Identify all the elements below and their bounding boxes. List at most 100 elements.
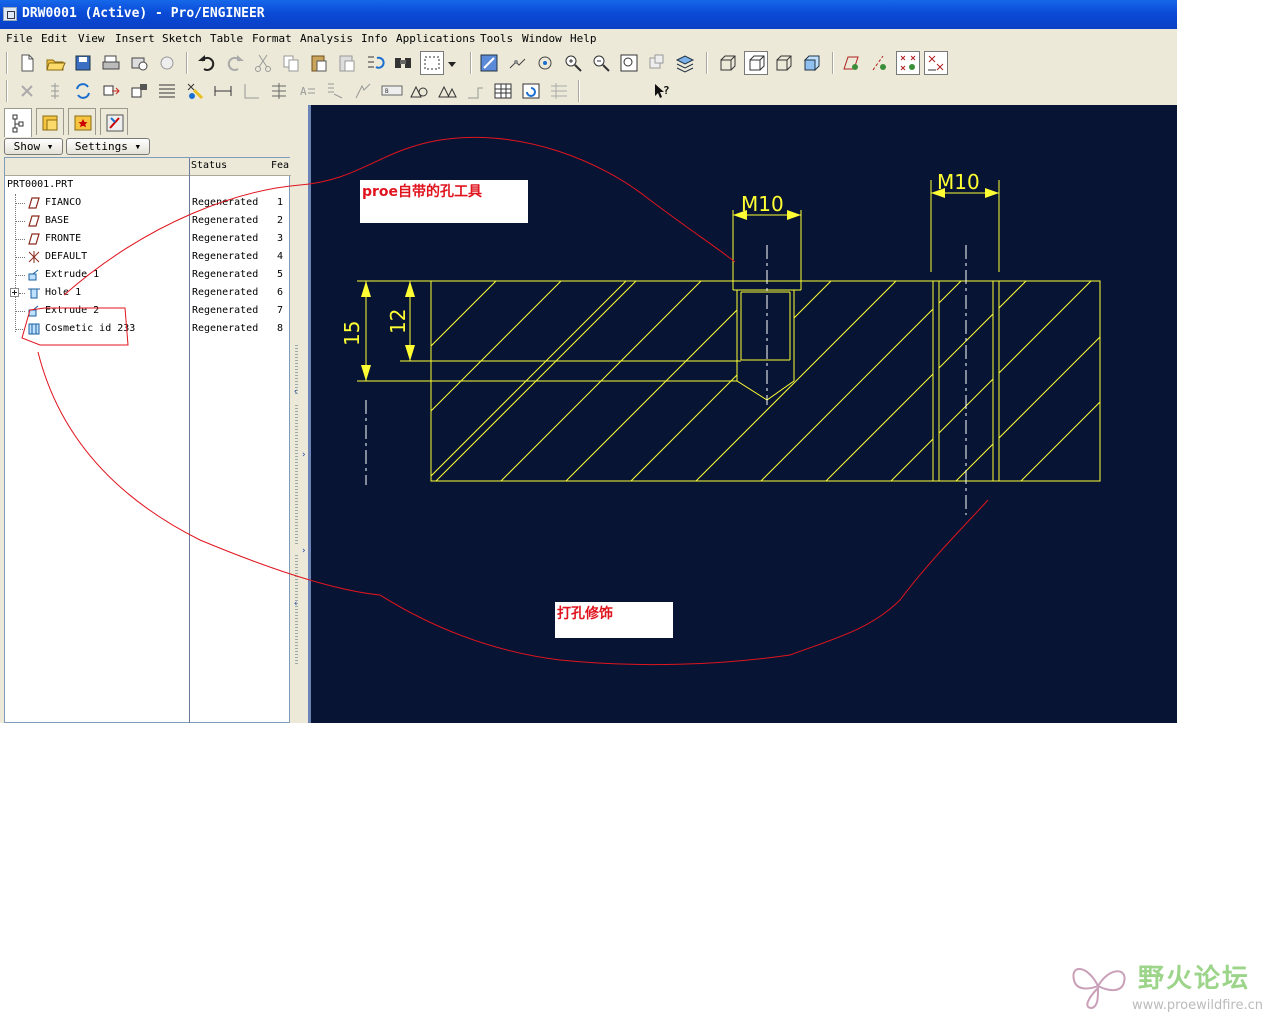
table-icon[interactable] [156,80,178,102]
datum-point-display-icon[interactable] [896,51,920,75]
dimension-icon[interactable] [212,80,234,102]
leader-icon[interactable] [464,80,486,102]
datum-axis-display-icon[interactable] [868,52,890,74]
select-box-icon[interactable] [420,51,444,75]
table-format-icon[interactable] [548,80,570,102]
shading-icon[interactable] [800,52,822,74]
zoom-out-icon[interactable] [590,52,612,74]
tree-item-extrude-1[interactable]: Extrude 1 Regenerated 5 [5,266,289,284]
orient-mode-icon[interactable] [534,52,556,74]
tab-connections[interactable] [100,108,128,135]
wireframe-icon[interactable] [716,52,738,74]
collapse-arrow-icon[interactable]: ‹ [293,599,298,609]
save-icon[interactable] [72,52,94,74]
surface-finish-icon[interactable] [352,80,374,102]
tree-root-label: PRT0001.PRT [7,179,74,190]
panel-splitter[interactable]: ‹ › › ‹ [291,105,308,723]
copy-icon[interactable] [280,52,302,74]
menu-sketch[interactable]: Sketch [162,32,202,45]
tree-item-hole-1[interactable]: Hole 1 Regenerated 6 [5,284,289,302]
settings-button[interactable]: Settings ▾ [66,138,150,155]
status-cell: Regenerated [192,323,259,334]
feat-column-header[interactable]: Fea [271,160,289,171]
tree-item-fianco[interactable]: FIANCO Regenerated 1 [5,194,289,212]
tab-favorites[interactable] [68,108,96,135]
menu-bar: File Edit View Insert Sketch Table Forma… [0,29,1177,49]
symbol-icon[interactable] [436,80,458,102]
insert-table-icon[interactable] [492,80,514,102]
expand-arrow-icon[interactable]: › [301,450,306,460]
refit-icon[interactable] [618,52,640,74]
feat-number-cell: 2 [277,215,284,226]
tree-header: Status Fea [5,158,291,176]
collapse-arrow-icon[interactable]: ‹ [293,387,298,397]
menu-info[interactable]: Info [361,32,388,45]
cut-icon[interactable] [252,52,274,74]
status-cell: Regenerated [192,305,259,316]
expand-plus-icon[interactable] [10,288,19,297]
toolbar-grip [6,80,8,102]
show-annotations-icon[interactable] [184,80,206,102]
paste-special-icon[interactable] [336,52,358,74]
move-view-icon[interactable] [100,80,122,102]
zoom-in-icon[interactable] [562,52,584,74]
repaint-icon[interactable] [478,52,500,74]
auto-ordinate-icon[interactable] [268,80,290,102]
tree-item-extrude-2[interactable]: Extrude 2 Regenerated 7 [5,302,289,320]
find-icon[interactable] [392,52,414,74]
regenerate-icon[interactable] [364,52,386,74]
repeat-region-icon[interactable] [520,80,542,102]
menu-file[interactable]: File [6,32,33,45]
menu-help[interactable]: Help [570,32,597,45]
delete-icon[interactable] [16,80,38,102]
context-help-icon[interactable]: ? [650,80,672,102]
status-column-header[interactable]: Status [191,160,227,171]
layers-icon[interactable] [674,52,696,74]
tree-item-cosmetic[interactable]: Cosmetic id 233 Regenerated 8 [5,320,289,338]
tree-root[interactable]: PRT0001.PRT [5,176,289,194]
hidden-line-icon[interactable] [744,51,768,75]
tree-item-default[interactable]: DEFAULT Regenerated 4 [5,248,289,266]
expand-arrow-icon[interactable]: › [301,546,306,556]
menu-edit[interactable]: Edit [41,32,68,45]
tab-model-tree[interactable] [4,108,32,137]
datum-plane-display-icon[interactable] [840,52,862,74]
lock-view-icon[interactable] [128,80,150,102]
tree-item-label: BASE [45,215,70,226]
status-cell: Regenerated [192,251,259,262]
menu-window[interactable]: Window [522,32,562,45]
paste-icon[interactable] [308,52,330,74]
redo-icon[interactable] [224,52,246,74]
ordinate-dimension-icon[interactable] [240,80,262,102]
menu-analysis[interactable]: Analysis [300,32,353,45]
tree-connector [15,275,25,276]
tree-item-fronte[interactable]: FRONTE Regenerated 3 [5,230,289,248]
tab-folder-browser[interactable] [36,108,64,135]
coordinate-system-display-icon[interactable] [924,51,948,75]
view-manager-icon[interactable] [646,52,668,74]
chevron-down-icon[interactable] [446,52,458,74]
datum-plane-icon [27,232,41,246]
new-file-icon[interactable] [16,52,38,74]
print-icon[interactable] [100,52,122,74]
show-button[interactable]: Show ▾ [4,138,63,155]
email-icon[interactable] [156,52,178,74]
menu-table[interactable]: Table [210,32,243,45]
print-preview-icon[interactable] [128,52,150,74]
open-folder-icon[interactable] [44,52,66,74]
note-icon[interactable]: A [296,80,318,102]
regenerate-view-icon[interactable] [72,80,94,102]
no-hidden-icon[interactable] [772,52,794,74]
align-icon[interactable] [44,80,66,102]
menu-tools[interactable]: Tools [480,32,513,45]
spin-center-icon[interactable] [506,52,528,74]
menu-insert[interactable]: Insert [115,32,155,45]
menu-format[interactable]: Format [252,32,292,45]
menu-applications[interactable]: Applications [396,32,475,45]
datum-tag-icon[interactable]: B [380,80,404,102]
tree-item-base[interactable]: BASE Regenerated 2 [5,212,289,230]
menu-view[interactable]: View [78,32,105,45]
geometric-tolerance-icon[interactable] [408,80,430,102]
undo-icon[interactable] [196,52,218,74]
balloon-icon[interactable] [324,80,346,102]
